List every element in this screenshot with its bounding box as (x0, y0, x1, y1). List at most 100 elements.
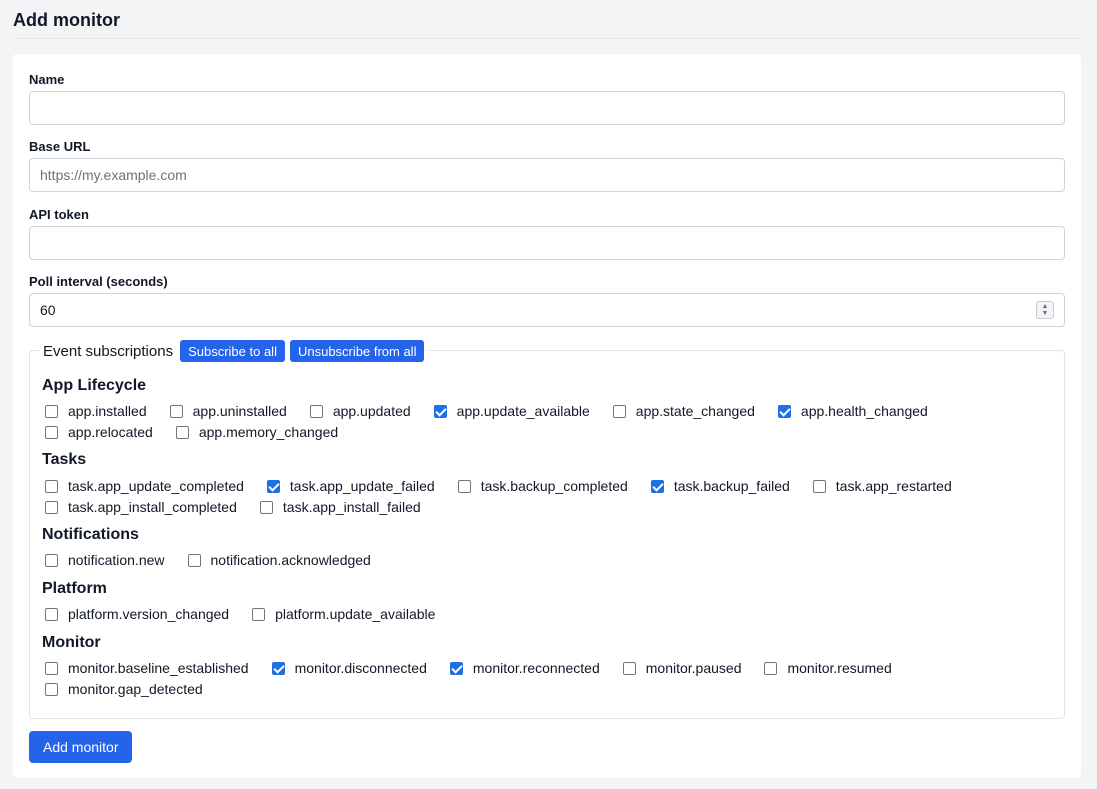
event-option[interactable]: app.uninstalled (169, 402, 287, 420)
base-url-input[interactable] (29, 158, 1065, 192)
checkbox-checked[interactable] (449, 661, 463, 675)
event-option[interactable]: notification.new (45, 551, 165, 569)
checkbox-unchecked[interactable] (175, 425, 189, 439)
event-option[interactable]: app.state_changed (612, 402, 755, 420)
event-option[interactable]: platform.update_available (252, 605, 435, 623)
event-label: app.state_changed (635, 403, 755, 419)
name-label: Name (29, 72, 65, 87)
checkbox-checked[interactable] (650, 479, 664, 493)
checkbox-unchecked[interactable] (45, 661, 58, 675)
event-option[interactable]: app.memory_changed (175, 423, 339, 441)
stepper-down-icon[interactable]: ▼ (1042, 310, 1049, 317)
event-option[interactable]: app.update_available (433, 402, 590, 420)
event-label: monitor.baseline_established (68, 660, 249, 676)
event-option[interactable]: app.installed (45, 402, 147, 420)
checkbox-row: monitor.baseline_established monitor.disc… (45, 659, 915, 677)
event-option[interactable]: task.app_install_completed (45, 498, 237, 516)
event-label: task.app_update_failed (289, 478, 435, 494)
subscribe-all-button[interactable]: Subscribe to all (180, 340, 285, 362)
checkbox-unchecked[interactable] (764, 661, 778, 675)
checkbox-unchecked[interactable] (169, 404, 183, 418)
group-title: Tasks (42, 451, 87, 468)
event-option[interactable]: task.backup_failed (650, 477, 790, 495)
base-url-label: Base URL (29, 139, 91, 154)
event-option[interactable]: task.app_restarted (812, 477, 952, 495)
event-label: task.backup_completed (480, 478, 628, 494)
checkbox-unchecked[interactable] (45, 404, 58, 418)
checkbox-unchecked[interactable] (622, 661, 636, 675)
add-monitor-form: Name Base URL API token Poll interval (s… (13, 54, 1081, 778)
event-label: task.app_restarted (835, 478, 952, 494)
poll-interval-label: Poll interval (seconds) (29, 274, 168, 289)
event-label: monitor.resumed (787, 660, 892, 676)
unsubscribe-all-button[interactable]: Unsubscribe from all (289, 340, 425, 362)
event-label: app.health_changed (800, 403, 928, 419)
api-token-input[interactable] (29, 226, 1065, 260)
event-label: monitor.disconnected (294, 660, 427, 676)
poll-interval-input[interactable] (29, 293, 1065, 327)
event-option[interactable]: monitor.paused (622, 659, 741, 677)
checkbox-checked[interactable] (777, 404, 791, 418)
checkbox-unchecked[interactable] (45, 500, 58, 514)
event-option[interactable]: task.app_update_failed (266, 477, 435, 495)
event-option[interactable]: app.updated (309, 402, 411, 420)
checkbox-unchecked[interactable] (612, 404, 626, 418)
event-subscriptions-legend: Event subscriptions Subscribe to all Uns… (39, 340, 429, 362)
event-label: app.memory_changed (198, 424, 339, 440)
event-subscriptions-title: Event subscriptions (43, 342, 174, 360)
event-option[interactable]: notification.acknowledged (187, 551, 371, 569)
checkbox-unchecked[interactable] (259, 500, 273, 514)
checkbox-unchecked[interactable] (187, 553, 201, 567)
event-label: platform.version_changed (68, 606, 230, 622)
checkbox-unchecked[interactable] (45, 607, 58, 621)
group-title: Notifications (42, 526, 139, 543)
checkbox-row: monitor.gap_detected (45, 680, 226, 698)
event-label: task.backup_failed (673, 478, 790, 494)
page-title: Add monitor (13, 10, 120, 30)
group-title: Platform (42, 580, 107, 597)
checkbox-unchecked[interactable] (45, 682, 58, 696)
event-option[interactable]: monitor.reconnected (449, 659, 600, 677)
event-option[interactable]: monitor.resumed (764, 659, 892, 677)
checkbox-row: app.relocated app.memory_changed (45, 423, 361, 441)
checkbox-checked[interactable] (433, 404, 447, 418)
event-label: platform.update_available (275, 606, 436, 622)
checkbox-unchecked[interactable] (812, 479, 826, 493)
event-option[interactable]: app.relocated (45, 423, 153, 441)
event-label: app.installed (68, 403, 147, 419)
checkbox-row: notification.new notification.acknowledge… (45, 551, 394, 569)
name-input[interactable] (29, 91, 1065, 125)
event-option[interactable]: monitor.baseline_established (45, 659, 249, 677)
event-option[interactable]: monitor.gap_detected (45, 680, 203, 698)
checkbox-unchecked[interactable] (252, 607, 266, 621)
checkbox-checked[interactable] (271, 661, 285, 675)
event-label: task.app_update_completed (68, 478, 244, 494)
event-option[interactable]: monitor.disconnected (271, 659, 427, 677)
poll-interval-stepper[interactable]: ▲ ▼ (1036, 301, 1054, 319)
event-option[interactable]: app.health_changed (777, 402, 928, 420)
checkbox-row: task.app_install_completed task.app_insta… (45, 498, 444, 516)
event-option[interactable]: task.app_install_failed (259, 498, 421, 516)
checkbox-row: app.installed app.uninstalled app.updated a… (45, 402, 951, 420)
title-divider (13, 38, 1081, 39)
event-label: task.app_install_failed (282, 499, 421, 515)
event-option[interactable]: task.backup_completed (457, 477, 628, 495)
event-label: task.app_install_completed (68, 499, 237, 515)
page: Add monitor Name Base URL API token Poll… (0, 0, 1097, 789)
event-option[interactable]: platform.version_changed (45, 605, 229, 623)
event-label: app.uninstalled (192, 403, 287, 419)
checkbox-row: task.app_update_completed task.app_update… (45, 477, 975, 495)
event-option[interactable]: task.app_update_completed (45, 477, 244, 495)
event-label: app.updated (332, 403, 411, 419)
checkbox-checked[interactable] (266, 479, 280, 493)
checkbox-unchecked[interactable] (309, 404, 323, 418)
add-monitor-button[interactable]: Add monitor (29, 731, 133, 763)
checkbox-unchecked[interactable] (45, 425, 58, 439)
checkbox-unchecked[interactable] (457, 479, 471, 493)
event-label: notification.acknowledged (210, 552, 371, 568)
checkbox-unchecked[interactable] (45, 553, 58, 567)
checkbox-row: platform.version_changed platform.update_… (45, 605, 458, 623)
checkbox-unchecked[interactable] (45, 479, 58, 493)
group-title: App Lifecycle (42, 377, 147, 394)
stepper-up-icon[interactable]: ▲ (1042, 303, 1049, 310)
